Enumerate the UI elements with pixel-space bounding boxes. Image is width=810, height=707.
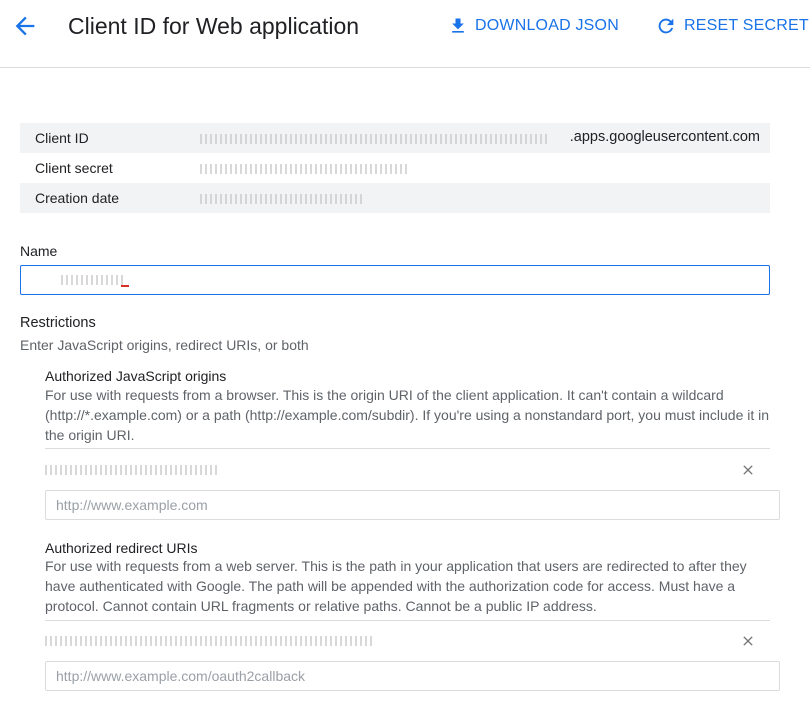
name-input[interactable] [20,265,770,295]
redirect-uris-description: For use with requests from a web server.… [45,558,747,614]
client-secret-row: Client secret [20,153,770,183]
page-header: Client ID for Web application DOWNLOAD J… [0,0,810,68]
js-origins-title: Authorized JavaScript origins [45,368,227,384]
creation-date-label: Creation date [35,190,120,206]
refresh-icon [658,18,674,34]
js-origin-input[interactable] [45,490,780,520]
redacted-text [45,636,375,646]
text-cursor [121,285,129,287]
credentials-info-table: Client ID .apps.googleusercontent.com Cl… [20,123,770,213]
divider [45,448,770,449]
close-icon[interactable] [740,462,756,478]
creation-date-value [200,190,760,206]
creation-date-row: Creation date [20,183,770,213]
download-json-button[interactable]: DOWNLOAD JSON [448,14,619,38]
reset-secret-label: RESET SECRET [684,17,809,34]
client-id-suffix: .apps.googleusercontent.com [569,129,760,145]
redacted-text [61,275,123,285]
redacted-text [200,134,550,145]
client-id-row: Client ID .apps.googleusercontent.com [20,123,770,153]
client-id-label: Client ID [35,130,89,146]
restrictions-title: Restrictions [20,315,96,331]
download-icon [452,18,464,33]
page-title: Client ID for Web application [68,13,360,39]
download-json-label: DOWNLOAD JSON [475,17,619,34]
back-button[interactable] [11,12,39,40]
redirect-uri-input[interactable] [45,661,780,691]
redirect-uris-title: Authorized redirect URIs [45,540,198,556]
client-secret-label: Client secret [35,160,113,176]
client-secret-value[interactable] [200,160,760,176]
redacted-text [200,194,365,205]
restrictions-subtitle: Enter JavaScript origins, redirect URIs,… [20,337,309,353]
arrow-back-icon [15,16,35,36]
js-origins-description: For use with requests from a browser. Th… [45,387,770,443]
redacted-text [45,465,220,475]
reset-secret-button[interactable]: RESET SECRET [655,14,809,38]
redirect-uri-entry[interactable] [45,621,770,661]
js-origin-entry[interactable] [45,450,770,490]
name-label: Name [20,243,58,259]
redacted-text [200,164,410,175]
close-icon[interactable] [740,633,756,649]
